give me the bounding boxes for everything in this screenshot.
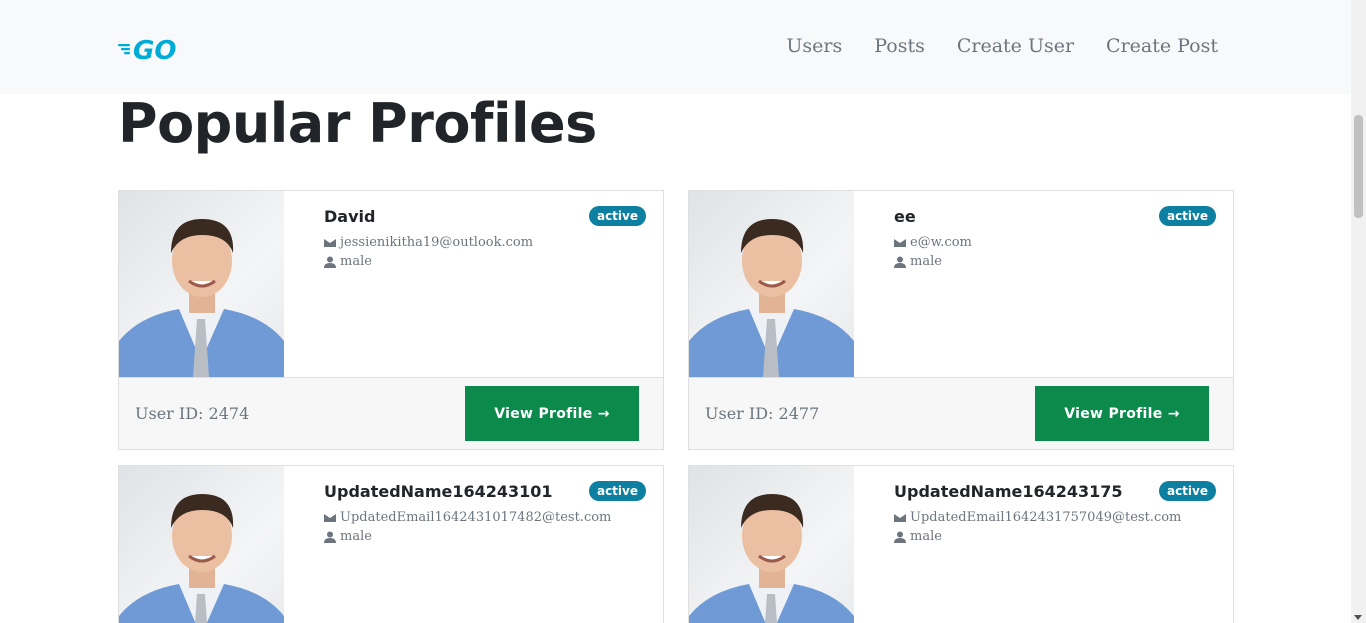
card-footer: User ID: 2474 View Profile → [119,377,663,449]
logo-text: GO [133,36,176,64]
profile-name: ee [894,207,916,226]
profile-gender: male [910,254,942,269]
envelope-icon [324,513,336,522]
status-badge: active [1158,206,1216,226]
card-footer: User ID: 2477 View Profile → [689,377,1233,449]
profile-name: UpdatedName164243175 [894,482,1123,501]
gender-row: male [324,529,372,544]
scroll-down-arrow-icon[interactable] [1354,615,1362,620]
user-id: User ID: 2477 [705,404,820,423]
profile-name: David [324,207,376,226]
profile-email: e@w.com [910,235,972,250]
user-id: User ID: 2474 [135,404,250,423]
envelope-icon [894,513,906,522]
page-title: Popular Profiles [118,92,597,155]
user-icon [894,531,906,543]
profile-gender: male [910,529,942,544]
user-icon [324,256,336,268]
nav-link-create-post[interactable]: Create Post [1106,35,1218,57]
status-badge: active [588,206,646,226]
profile-card: ee active e@w.com male User ID: 2477 Vie… [688,190,1234,450]
avatar [689,466,854,623]
profile-card: UpdatedName164243175 active UpdatedEmail… [688,465,1234,623]
envelope-icon [894,238,906,247]
go-logo[interactable]: GO [118,34,182,64]
view-profile-button[interactable]: View Profile → [465,386,639,441]
nav-link-create-user[interactable]: Create User [957,35,1074,57]
nav-links: Users Posts Create User Create Post [786,35,1218,57]
avatar [689,191,854,377]
nav-link-users[interactable]: Users [786,35,842,57]
profile-gender: male [340,254,372,269]
scrollbar-thumb[interactable] [1354,115,1363,218]
page-scrollbar[interactable] [1351,0,1366,623]
profile-card: UpdatedName164243101 active UpdatedEmail… [118,465,664,623]
profile-card: David active jessienikitha19@outlook.com… [118,190,664,450]
nav-link-posts[interactable]: Posts [874,35,925,57]
gender-row: male [324,254,372,269]
avatar [119,466,284,623]
status-badge: active [588,481,646,501]
email-row: UpdatedEmail1642431017482@test.com [324,510,611,525]
avatar [119,191,284,377]
user-icon [894,256,906,268]
navbar: GO Users Posts Create User Create Post [0,0,1351,94]
email-row: jessienikitha19@outlook.com [324,235,533,250]
profile-gender: male [340,529,372,544]
user-icon [324,531,336,543]
gender-row: male [894,529,942,544]
email-row: UpdatedEmail1642431757049@test.com [894,510,1181,525]
profile-email: jessienikitha19@outlook.com [340,235,534,250]
email-row: e@w.com [894,235,972,250]
profile-name: UpdatedName164243101 [324,482,553,501]
view-profile-button[interactable]: View Profile → [1035,386,1209,441]
envelope-icon [324,238,336,247]
profile-email: UpdatedEmail1642431017482@test.com [340,510,612,525]
profile-email: UpdatedEmail1642431757049@test.com [910,510,1182,525]
gender-row: male [894,254,942,269]
status-badge: active [1158,481,1216,501]
